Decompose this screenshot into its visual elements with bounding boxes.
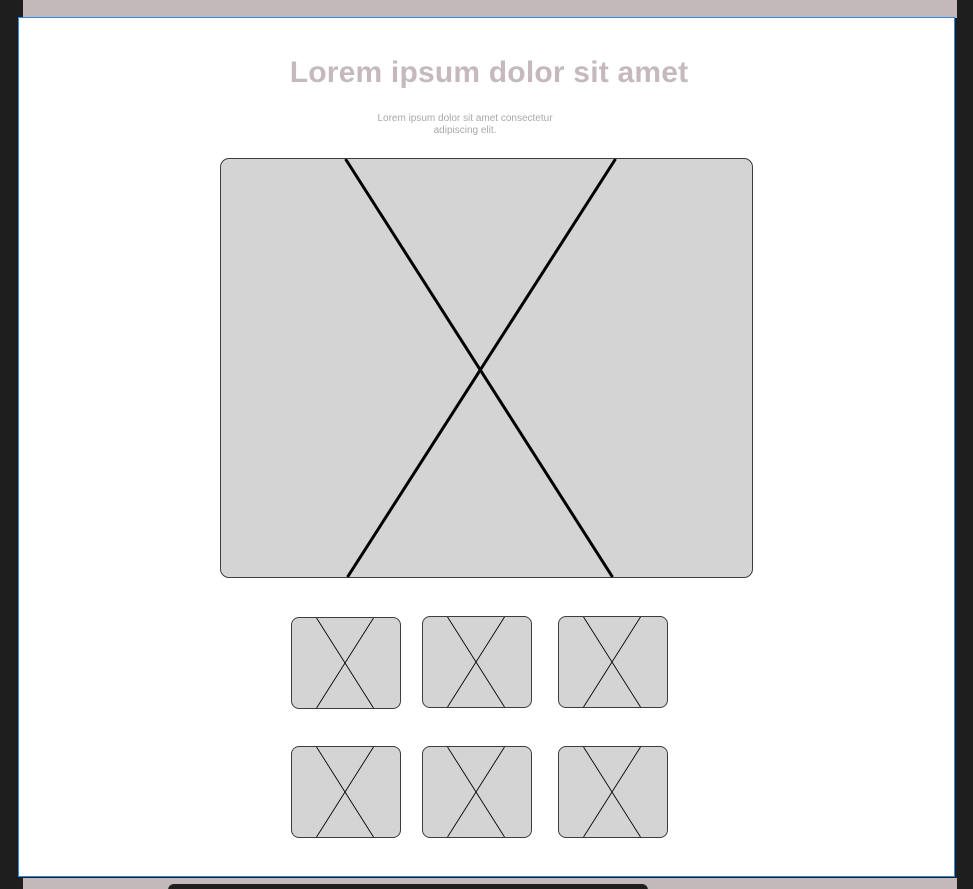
- image-placeholder-icon: [316, 747, 374, 837]
- hero-image-placeholder[interactable]: [220, 158, 753, 578]
- image-placeholder-icon: [447, 617, 505, 707]
- page-title: Lorem ipsum dolor sit amet: [289, 56, 689, 89]
- thumbnail-4[interactable]: [291, 746, 401, 838]
- thumbnail-5[interactable]: [422, 746, 532, 838]
- right-canvas-gutter: [957, 0, 973, 889]
- bottom-adjacent-element: [168, 884, 648, 889]
- thumbnail-2[interactable]: [422, 616, 532, 708]
- left-canvas-gutter: [0, 0, 18, 889]
- page-subtitle: Lorem ipsum dolor sit amet consectetur a…: [377, 113, 553, 136]
- image-placeholder-icon: [316, 618, 374, 708]
- design-canvas: Lorem ipsum dolor sit amet Lorem ipsum d…: [0, 0, 973, 889]
- thumbnail-3[interactable]: [558, 616, 668, 708]
- selected-frame[interactable]: Lorem ipsum dolor sit amet Lorem ipsum d…: [18, 17, 955, 877]
- image-placeholder-icon: [447, 747, 505, 837]
- top-adjacent-frame: [23, 0, 957, 18]
- image-placeholder-icon: [583, 747, 641, 837]
- thumbnail-1[interactable]: [291, 617, 401, 709]
- image-placeholder-icon: [344, 159, 617, 577]
- thumbnail-6[interactable]: [558, 746, 668, 838]
- image-placeholder-icon: [583, 617, 641, 707]
